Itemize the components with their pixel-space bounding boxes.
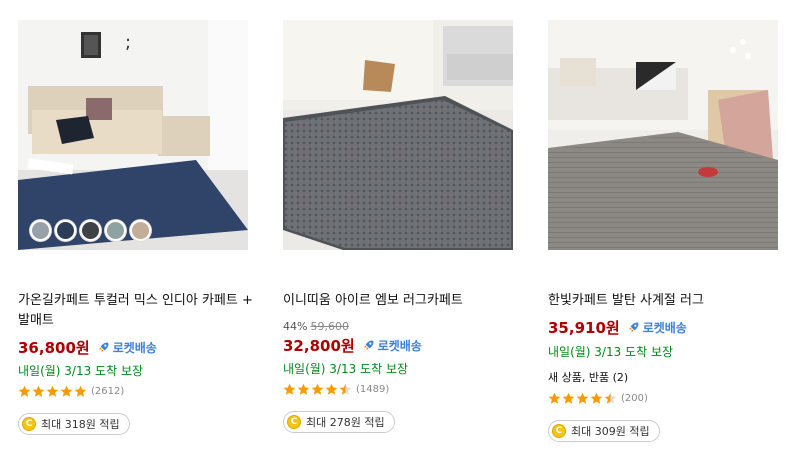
rocket-label: 로켓배송 (377, 339, 422, 353)
star-icon (576, 392, 589, 404)
product-title[interactable]: 가온길카페트 투컬러 믹스 인디아 카페트 + 발매트 (18, 291, 254, 331)
sale-price: 32,800원 (283, 337, 355, 355)
color-swatch[interactable] (30, 220, 51, 241)
price-row: 35,910원 로켓배송 (548, 317, 687, 338)
svg-text:;: ; (125, 32, 131, 53)
rocket-delivery-badge: 로켓배송 (361, 337, 422, 354)
color-swatch[interactable] (80, 220, 101, 241)
rating: (2612) (18, 385, 124, 398)
star-icon (74, 385, 87, 397)
cash-reward-badge: C 최대 309원 적립 (548, 420, 660, 442)
cash-reward-badge: C 최대 318원 적립 (18, 413, 130, 435)
star-icon (339, 383, 352, 395)
product-card[interactable]: ; 가온길카페트 투컬러 믹스 인디아 카페트 + 발매트 36,800원 로켓… (18, 0, 254, 454)
delivery-guarantee: 내일(월) 3/13 도착 보장 (548, 345, 674, 359)
product-grid: ; 가온길카페트 투컬러 믹스 인디아 카페트 + 발매트 36,800원 로켓… (0, 0, 793, 454)
star-icon (18, 385, 31, 397)
star-icon (46, 385, 59, 397)
coin-icon: C (22, 417, 36, 431)
rocket-delivery-badge: 로켓배송 (626, 319, 687, 336)
review-count: (200) (621, 393, 648, 404)
discount-info: 44% 59,600 (283, 320, 349, 333)
rocket-label: 로켓배송 (642, 321, 687, 335)
product-image[interactable] (283, 20, 513, 250)
rocket-delivery-badge: 로켓배송 (96, 339, 157, 356)
product-title[interactable]: 한빛카페트 발탄 사계절 러그 (548, 291, 784, 311)
sale-price: 36,800원 (18, 339, 90, 357)
star-icon (562, 392, 575, 404)
rocket-icon (98, 342, 109, 353)
review-count: (2612) (91, 386, 125, 397)
cash-label: 최대 278원 적립 (306, 416, 385, 429)
star-icon (548, 392, 561, 404)
rating: (1489) (283, 383, 389, 396)
cash-reward-badge: C 최대 278원 적립 (283, 411, 395, 433)
rocket-label: 로켓배송 (112, 341, 157, 355)
star-icon (325, 383, 338, 395)
product-card[interactable]: 이니띠움 아이르 엠보 러그카페트 44% 59,600 32,800원 로켓배송… (283, 0, 519, 454)
color-swatches (30, 220, 155, 241)
review-count: (1489) (356, 384, 390, 395)
sale-price: 35,910원 (548, 319, 620, 337)
coin-icon: C (287, 415, 301, 429)
cash-label: 최대 309원 적립 (571, 425, 650, 438)
color-swatch[interactable] (105, 220, 126, 241)
star-icon (604, 392, 617, 404)
price-row: 36,800원 로켓배송 (18, 337, 157, 358)
delivery-guarantee: 내일(월) 3/13 도착 보장 (18, 364, 144, 378)
rating: (200) (548, 392, 648, 405)
color-swatch[interactable] (130, 220, 151, 241)
product-image[interactable]: ; (18, 20, 248, 250)
star-icon (283, 383, 296, 395)
star-rating (548, 392, 618, 405)
cash-label: 최대 318원 적립 (41, 418, 120, 431)
product-card[interactable]: 한빛카페트 발탄 사계절 러그 35,910원 로켓배송 내일(월) 3/13 … (548, 0, 784, 454)
rocket-icon (363, 340, 374, 351)
star-rating (18, 385, 88, 398)
delivery-guarantee: 내일(월) 3/13 도착 보장 (283, 362, 409, 376)
product-title[interactable]: 이니띠움 아이르 엠보 러그카페트 (283, 291, 519, 311)
star-icon (297, 383, 310, 395)
star-icon (60, 385, 73, 397)
price-row: 32,800원 로켓배송 (283, 335, 422, 356)
star-icon (590, 392, 603, 404)
color-swatch[interactable] (55, 220, 76, 241)
discount-rate: 44% (283, 320, 308, 333)
coin-icon: C (552, 424, 566, 438)
star-icon (32, 385, 45, 397)
star-rating (283, 383, 353, 396)
product-image[interactable] (548, 20, 778, 250)
used-item-info[interactable]: 새 상품, 반품 (2) (548, 369, 628, 385)
original-price: 59,600 (310, 320, 349, 333)
rocket-icon (628, 322, 639, 333)
star-icon (311, 383, 324, 395)
